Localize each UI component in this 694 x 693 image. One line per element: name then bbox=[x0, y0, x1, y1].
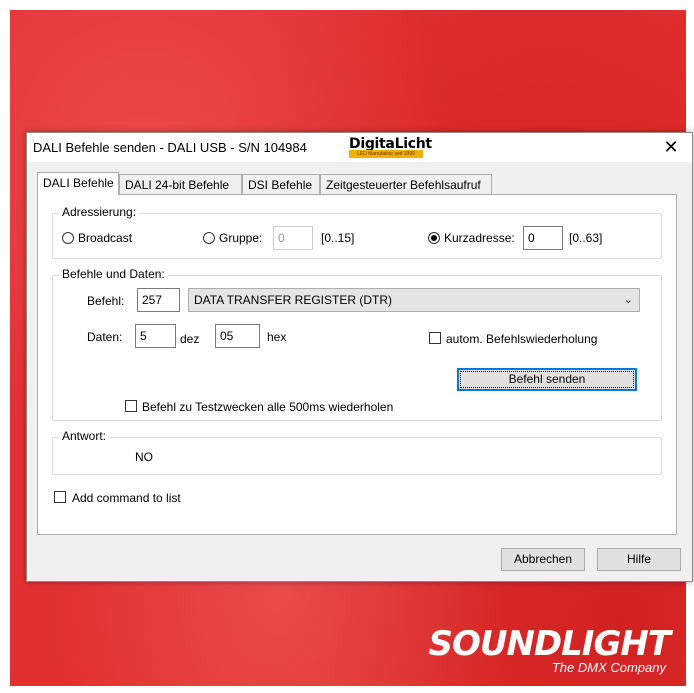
cancel-button[interactable]: Abbrechen bbox=[501, 548, 585, 571]
answer-value: NO bbox=[135, 450, 153, 464]
group-radio[interactable] bbox=[203, 232, 215, 244]
group-range-label: [0..15] bbox=[321, 231, 355, 245]
short-address-range-label: [0..63] bbox=[569, 231, 603, 245]
tab-dali-befehle[interactable]: DALI Befehle bbox=[37, 172, 119, 195]
commands-group-label: Befehle und Daten: bbox=[59, 267, 168, 281]
commands-group: Befehle und Daten: Befehl: 257 DATA TRAN… bbox=[52, 267, 662, 421]
soundlight-brand: SOUNDLIGHT The DMX Company bbox=[420, 624, 671, 680]
command-select-value: DATA TRANSFER REGISTER (DTR) bbox=[194, 293, 393, 307]
send-command-button[interactable]: Befehl senden bbox=[457, 368, 637, 391]
tab-dsi-befehle[interactable]: DSI Befehle bbox=[242, 174, 320, 194]
tab-panel: Adressierung: Broadcast Gruppe: 0 [0..15… bbox=[37, 194, 677, 535]
dialog-client-area: DALI Befehle DALI 24-bit Befehle DSI Bef… bbox=[27, 162, 692, 581]
addressing-group: Adressierung: Broadcast Gruppe: 0 [0..15… bbox=[52, 205, 662, 259]
help-button[interactable]: Hilfe bbox=[597, 548, 681, 571]
chevron-down-icon: ⌄ bbox=[623, 294, 633, 306]
group-number-field[interactable]: 0 bbox=[273, 226, 313, 250]
short-address-field[interactable]: 0 bbox=[523, 226, 563, 250]
auto-repeat-label: autom. Befehlswiederholung bbox=[446, 332, 598, 346]
soundlight-logo-text: SOUNDLIGHT bbox=[428, 624, 671, 664]
daten-decimal-field[interactable]: 5 bbox=[135, 324, 176, 348]
broadcast-label: Broadcast bbox=[78, 231, 133, 245]
logo-tagline: LED Manufaktur seit 1999 bbox=[349, 150, 423, 158]
test-repeat-checkbox[interactable] bbox=[125, 400, 137, 412]
soundlight-tagline: The DMX Company bbox=[551, 660, 666, 675]
group-radio-label: Gruppe: bbox=[219, 231, 263, 245]
hex-unit-label: hex bbox=[267, 330, 287, 344]
command-select[interactable]: DATA TRANSFER REGISTER (DTR) ⌄ bbox=[188, 288, 640, 312]
tab-dali-24bit-befehle[interactable]: DALI 24-bit Befehle bbox=[119, 174, 242, 194]
title-bar[interactable]: DALI Befehle senden - DALI USB - S/N 104… bbox=[27, 133, 692, 162]
add-to-list-label: Add command to list bbox=[72, 491, 181, 505]
digitalicht-logo: DigitaLicht LED Manufaktur seit 1999 bbox=[349, 136, 432, 158]
window-title: DALI Befehle senden - DALI USB - S/N 104… bbox=[33, 140, 307, 155]
tab-zeitgesteuert[interactable]: Zeitgesteuerter Befehlsaufruf bbox=[320, 174, 492, 194]
add-to-list-checkbox[interactable] bbox=[54, 491, 66, 503]
befehl-number-field[interactable]: 257 bbox=[137, 288, 180, 312]
broadcast-radio[interactable] bbox=[62, 232, 74, 244]
addressing-group-label: Adressierung: bbox=[59, 205, 140, 219]
short-address-label: Kurzadresse: bbox=[444, 231, 515, 245]
test-repeat-label: Befehl zu Testzwecken alle 500ms wiederh… bbox=[142, 400, 394, 414]
decimal-unit-label: dez bbox=[180, 332, 200, 346]
short-address-radio[interactable] bbox=[428, 232, 440, 244]
auto-repeat-checkbox[interactable] bbox=[429, 332, 441, 344]
daten-label: Daten: bbox=[87, 330, 123, 344]
answer-group: Antwort: NO bbox=[52, 429, 662, 475]
close-icon[interactable]: ✕ bbox=[660, 136, 682, 158]
daten-hex-field[interactable]: 05 bbox=[215, 324, 260, 348]
dali-dialog-window: DALI Befehle senden - DALI USB - S/N 104… bbox=[26, 132, 693, 582]
befehl-label: Befehl: bbox=[87, 294, 125, 308]
answer-group-label: Antwort: bbox=[59, 429, 110, 443]
